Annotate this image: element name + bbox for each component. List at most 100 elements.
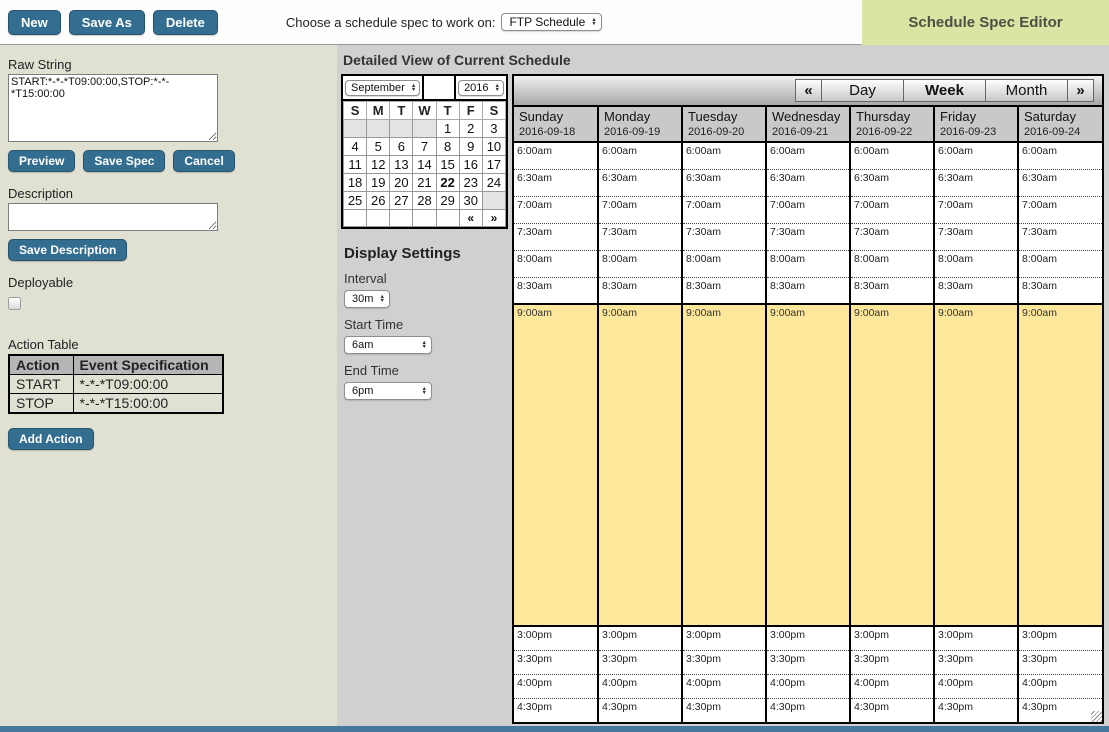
- next-period-button[interactable]: »: [1067, 79, 1094, 102]
- calendar-day-29[interactable]: 29: [436, 192, 459, 210]
- display-settings: Display Settings Interval 30m ▲▼ Start T…: [341, 245, 508, 400]
- time-slot: 7:00am: [682, 196, 766, 223]
- time-slot: 6:30am: [766, 169, 850, 196]
- calendar-dow-header: T: [436, 102, 459, 120]
- calendar-day-21[interactable]: 21: [413, 174, 436, 192]
- calendar-day-23[interactable]: 23: [459, 174, 482, 192]
- day-date: 2016-09-20: [688, 126, 760, 138]
- schedule-spec-select[interactable]: FTP Schedule ▲▼: [501, 13, 601, 31]
- time-slot: 3:30pm: [934, 650, 1018, 674]
- month-view-button[interactable]: Month: [985, 79, 1068, 102]
- time-slot-row: 4:30pm4:30pm4:30pm4:30pm4:30pm4:30pm4:30…: [514, 698, 1102, 722]
- select-arrows-icon: ▲▼: [380, 295, 385, 303]
- week-view-button[interactable]: Week: [903, 79, 986, 102]
- detail-controls-column: September ▲▼ 2016 ▲▼ SMTWTFS 12345678910…: [341, 74, 508, 400]
- time-slot: 6:30am: [598, 169, 682, 196]
- save-spec-button[interactable]: Save Spec: [83, 150, 165, 172]
- calendar-day-8[interactable]: 8: [436, 138, 459, 156]
- time-slot: 7:30am: [598, 223, 682, 250]
- preview-button[interactable]: Preview: [8, 150, 75, 172]
- time-slot: 4:00pm: [934, 674, 1018, 698]
- calendar-year-select[interactable]: 2016 ▲▼: [458, 80, 504, 96]
- cancel-button[interactable]: Cancel: [173, 150, 234, 172]
- calendar-week-row: 18192021222324: [344, 174, 506, 192]
- calendar-day-15[interactable]: 15: [436, 156, 459, 174]
- calendar-month-select[interactable]: September ▲▼: [345, 80, 420, 96]
- calendar-day-28[interactable]: 28: [413, 192, 436, 210]
- bottom-bar: [0, 726, 1109, 732]
- calendar-day-20[interactable]: 20: [390, 174, 413, 192]
- save-as-button[interactable]: Save As: [69, 10, 145, 35]
- time-slot: 6:30am: [514, 169, 598, 196]
- calendar-day-14[interactable]: 14: [413, 156, 436, 174]
- description-textarea[interactable]: [8, 203, 218, 231]
- event-spec-cell: *-*-*T09:00:00: [73, 375, 223, 394]
- calendar-day-4[interactable]: 4: [344, 138, 367, 156]
- mini-calendar: September ▲▼ 2016 ▲▼ SMTWTFS 12345678910…: [341, 74, 508, 229]
- time-slot: 4:00pm: [850, 674, 934, 698]
- calendar-day-17[interactable]: 17: [482, 156, 505, 174]
- calendar-day-9[interactable]: 9: [459, 138, 482, 156]
- start-time-select[interactable]: 6am ▲▼: [344, 336, 432, 354]
- calendar-next-button[interactable]: »: [482, 210, 505, 227]
- deployable-label: Deployable: [8, 275, 329, 290]
- calendar-day-2[interactable]: 2: [459, 120, 482, 138]
- display-settings-title: Display Settings: [344, 245, 508, 262]
- day-date: 2016-09-19: [604, 126, 676, 138]
- deployable-checkbox[interactable]: [8, 297, 21, 310]
- delete-button[interactable]: Delete: [153, 10, 218, 35]
- calendar-day-27[interactable]: 27: [390, 192, 413, 210]
- calendar-day-26[interactable]: 26: [367, 192, 390, 210]
- calendar-dow-header: S: [482, 102, 505, 120]
- time-slot: 4:00pm: [1018, 674, 1102, 698]
- end-time-select[interactable]: 6pm ▲▼: [344, 382, 432, 400]
- select-arrows-icon: ▲▼: [422, 387, 427, 395]
- week-view: « Day Week Month » Sunday2016-09-18Monda…: [512, 74, 1104, 724]
- action-column-header: Action: [9, 355, 73, 375]
- time-slot: 8:00am: [1018, 250, 1102, 277]
- calendar-day-5[interactable]: 5: [367, 138, 390, 156]
- calendar-day-6[interactable]: 6: [390, 138, 413, 156]
- week-day-header-row: Sunday2016-09-18Monday2016-09-19Tuesday2…: [514, 107, 1102, 142]
- calendar-dow-header: S: [344, 102, 367, 120]
- calendar-day-7[interactable]: 7: [413, 138, 436, 156]
- calendar-day-19[interactable]: 19: [367, 174, 390, 192]
- calendar-day-13[interactable]: 13: [390, 156, 413, 174]
- choose-spec-label: Choose a schedule spec to work on:: [286, 15, 496, 30]
- calendar-day-10[interactable]: 10: [482, 138, 505, 156]
- time-slot-row: 6:30am6:30am6:30am6:30am6:30am6:30am6:30…: [514, 169, 1102, 196]
- day-header-sunday: Sunday2016-09-18: [514, 107, 598, 142]
- new-button[interactable]: New: [8, 10, 61, 35]
- prev-period-button[interactable]: «: [795, 79, 822, 102]
- calendar-day-24[interactable]: 24: [482, 174, 505, 192]
- day-date: 2016-09-22: [856, 126, 928, 138]
- day-date: 2016-09-24: [1024, 126, 1097, 138]
- calendar-day-16[interactable]: 16: [459, 156, 482, 174]
- day-name: Sunday: [519, 109, 592, 124]
- calendar-nav-empty: [344, 210, 367, 227]
- add-action-button[interactable]: Add Action: [8, 428, 94, 450]
- calendar-day-1[interactable]: 1: [436, 120, 459, 138]
- calendar-day-3[interactable]: 3: [482, 120, 505, 138]
- calendar-day-25[interactable]: 25: [344, 192, 367, 210]
- time-slot: 7:30am: [934, 223, 1018, 250]
- calendar-day-11[interactable]: 11: [344, 156, 367, 174]
- time-slot: 4:30pm: [598, 698, 682, 722]
- interval-select[interactable]: 30m ▲▼: [344, 290, 390, 308]
- calendar-day-22[interactable]: 22: [436, 174, 459, 192]
- event-block: 9:00am: [682, 304, 766, 626]
- resize-grip-icon[interactable]: [1091, 711, 1102, 722]
- time-slot-row: 7:30am7:30am7:30am7:30am7:30am7:30am7:30…: [514, 223, 1102, 250]
- time-slot: 3:00pm: [598, 626, 682, 650]
- day-name: Friday: [940, 109, 1012, 124]
- day-view-button[interactable]: Day: [821, 79, 904, 102]
- day-header-wednesday: Wednesday2016-09-21: [766, 107, 850, 142]
- raw-string-textarea[interactable]: START:*-*-*T09:00:00,STOP:*-*-*T15:00:00: [8, 74, 218, 142]
- calendar-day-30[interactable]: 30: [459, 192, 482, 210]
- calendar-prev-button[interactable]: «: [459, 210, 482, 227]
- save-description-button[interactable]: Save Description: [8, 239, 127, 261]
- day-header-monday: Monday2016-09-19: [598, 107, 682, 142]
- action-cell: STOP: [9, 394, 73, 414]
- calendar-day-18[interactable]: 18: [344, 174, 367, 192]
- calendar-day-12[interactable]: 12: [367, 156, 390, 174]
